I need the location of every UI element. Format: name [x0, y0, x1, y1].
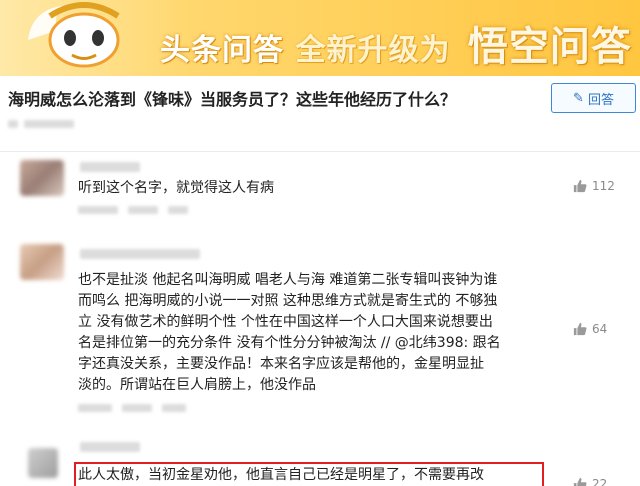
question-header: 海明威怎么沦落到《锋味》当服务员了？这些年他经历了什么？ ✎ 回答	[0, 76, 640, 152]
answer-item: 也不是扯淡 他起名叫海明威 唱老人与海 难道第二张专辑叫丧钟为谁 而鸣么 把海明…	[0, 232, 640, 432]
answer-item: 听到这个名字，就觉得这人有病 112	[0, 152, 640, 228]
answer-text: 也不是扯淡 他起名叫海明威 唱老人与海 难道第二张专辑叫丧钟为谁 而鸣么 把海明…	[78, 270, 501, 396]
question-meta	[8, 120, 74, 128]
answer-footer	[78, 404, 186, 412]
thumbs-up-icon	[573, 322, 587, 336]
answer-text-line: 而鸣么 把海明威的小说一一对照 这种思维方式就是寄生式的 不够独	[78, 293, 498, 309]
avatar[interactable]	[20, 160, 64, 196]
banner-part1: 头条问答	[160, 33, 284, 68]
answer-footer	[78, 206, 188, 214]
answer-text-line: 听到这个名字，就觉得这人有病	[78, 180, 274, 196]
blurred-meta	[8, 120, 18, 128]
blurred-meta	[78, 404, 112, 412]
answer-text-line: 名是排位第一的充分条件 没有个性分分钟被淘汰 // @北纬398: 跟名	[78, 335, 501, 351]
like-count: 64	[592, 322, 608, 336]
avatar[interactable]	[20, 244, 64, 280]
question-title: 海明威怎么沦落到《锋味》当服务员了？这些年他经历了什么？	[8, 90, 457, 109]
like-count: 22	[592, 477, 608, 486]
banner-part3: 悟空问答	[467, 24, 632, 70]
blurred-username[interactable]	[80, 162, 140, 172]
blurred-meta	[162, 404, 186, 412]
answer-button-label: 回答	[587, 92, 614, 108]
answer-text-line: 淡的。所谓站在巨人肩膀上，他没作品	[78, 377, 316, 393]
blurred-meta	[78, 206, 118, 214]
blurred-meta	[128, 206, 158, 214]
promo-banner: 头条问答 全新升级为 悟空问答	[0, 0, 640, 76]
thumbs-up-icon	[573, 179, 587, 193]
blurred-username[interactable]	[80, 249, 200, 259]
red-highlight-box	[74, 462, 544, 486]
blurred-username[interactable]	[80, 442, 140, 452]
answer-text: 听到这个名字，就觉得这人有病	[78, 178, 274, 199]
banner-title: 头条问答 全新升级为 悟空问答	[160, 14, 632, 72]
like-count: 112	[592, 179, 615, 193]
thumbs-up-icon	[573, 477, 587, 486]
blurred-meta	[168, 206, 188, 214]
like-button[interactable]: 64	[573, 322, 607, 336]
blurred-meta	[122, 404, 152, 412]
answer-text-line: 立 没有做艺术的鲜明个性 个性在中国这样一个人口大国来说想要出	[78, 314, 493, 330]
monkey-mascot-icon	[28, 2, 120, 68]
like-button[interactable]: 112	[573, 179, 615, 193]
like-button[interactable]: 22	[573, 477, 607, 486]
blurred-meta	[24, 120, 74, 128]
banner-part2: 全新升级为	[295, 33, 451, 68]
avatar[interactable]	[28, 448, 58, 478]
answer-button[interactable]: ✎ 回答	[551, 83, 636, 113]
answer-text-line: 也不是扯淡 他起名叫海明威 唱老人与海 难道第二张专辑叫丧钟为谁	[78, 272, 498, 288]
answer-text-line: 字还真没关系，主要没作品！本来名字应该是帮他的，金星明显扯	[78, 356, 484, 372]
pencil-icon: ✎	[573, 90, 584, 106]
